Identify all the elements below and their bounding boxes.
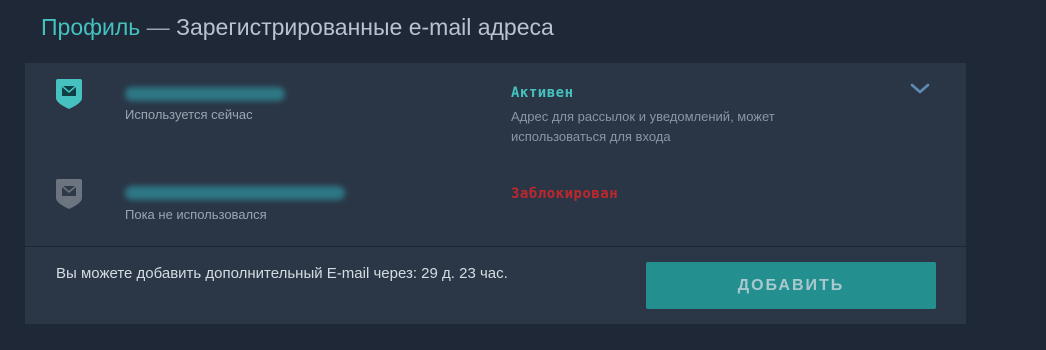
email-list: Используется сейчас Активен Адрес для ра…: [25, 63, 966, 246]
page-heading: Зарегистрированные e-mail адреса: [176, 14, 554, 40]
profile-link[interactable]: Профиль: [41, 14, 140, 40]
email-usage-text: Пока не использовался: [125, 207, 267, 222]
email-address-hidden: [125, 186, 345, 200]
title-separator: —: [140, 14, 177, 40]
add-email-button[interactable]: ДОБАВИТЬ: [646, 262, 936, 309]
status-description: Адрес для рассылок и уведомлений, может …: [511, 109, 775, 144]
email-row-blocked: Пока не использовался Заблокирован: [25, 163, 966, 246]
mail-shield-icon: [55, 78, 83, 110]
email-address-hidden: [125, 87, 285, 101]
divider: [25, 246, 966, 247]
email-usage-text: Используется сейчас: [125, 107, 253, 122]
status-badge: Активен: [511, 85, 574, 101]
chevron-down-icon[interactable]: [909, 81, 931, 97]
status-badge: Заблокирован: [511, 186, 619, 202]
mail-shield-icon: [55, 178, 83, 210]
add-email-timer-note: Вы можете добавить дополнительный E-mail…: [56, 265, 508, 282]
email-card: Используется сейчас Активен Адрес для ра…: [25, 63, 966, 324]
page: Профиль — Зарегистрированные e-mail адре…: [0, 0, 1046, 350]
email-row-active: Используется сейчас Активен Адрес для ра…: [25, 63, 966, 163]
page-title: Профиль — Зарегистрированные e-mail адре…: [41, 12, 554, 42]
